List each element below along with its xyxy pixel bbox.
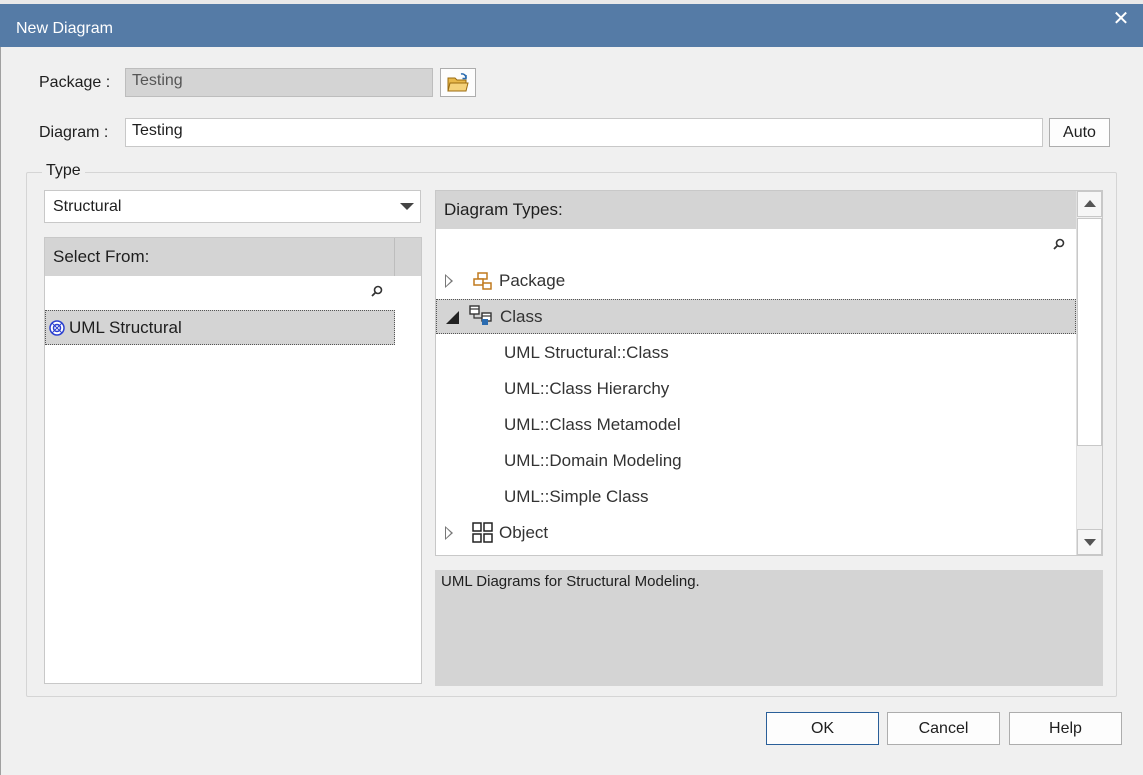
scroll-down-button[interactable] [1077, 529, 1102, 555]
type-group-legend: Type [42, 162, 85, 180]
expand-arrow-icon-inner [446, 528, 451, 538]
search-icon [371, 285, 383, 297]
package-label: Package : [39, 74, 111, 91]
diagram-name-input[interactable]: Testing [125, 118, 1043, 147]
browse-package-button[interactable] [440, 68, 476, 97]
description-box: UML Diagrams for Structural Modeling. [435, 570, 1103, 686]
window-title: New Diagram [16, 20, 113, 37]
title-bar-top-strip [0, 0, 1143, 4]
tree-node-object[interactable]: Object [436, 516, 1076, 550]
tree-leaf-uml-structural-class[interactable]: UML Structural::Class [504, 343, 669, 363]
uml-structural-icon [49, 320, 65, 336]
title-bar [0, 0, 1143, 47]
list-item-label: UML Structural [69, 318, 182, 337]
object-icon [472, 522, 493, 543]
ok-button[interactable]: OK [766, 712, 879, 745]
diagram-types-search-icon[interactable] [1052, 237, 1066, 256]
tree-node-class[interactable]: Class [436, 299, 1076, 334]
package-field: Testing [125, 68, 433, 97]
tree-node-label: Object [499, 523, 549, 542]
select-from-panel [44, 237, 422, 684]
close-icon[interactable]: ✕ [1110, 8, 1132, 30]
class-icon [469, 305, 492, 325]
vertical-scrollbar[interactable] [1076, 191, 1102, 555]
select-from-search-icon[interactable] [370, 284, 384, 303]
select-from-header-label: Select From: [53, 247, 150, 266]
search-icon [1053, 238, 1065, 250]
cancel-button[interactable]: Cancel [887, 712, 1000, 745]
collapse-arrow-icon[interactable] [446, 311, 459, 324]
auto-button[interactable]: Auto [1049, 118, 1110, 147]
arrow-up-icon [1084, 200, 1096, 207]
select-from-header: Select From: [45, 238, 421, 276]
expand-arrow-icon-inner [446, 276, 451, 286]
type-dropdown-value: Structural [53, 198, 122, 215]
tree-leaf-class-hierarchy[interactable]: UML::Class Hierarchy [504, 379, 669, 399]
arrow-down-icon [1084, 539, 1096, 546]
type-dropdown[interactable]: Structural [44, 190, 421, 223]
diagram-types-header: Diagram Types: [436, 191, 1076, 229]
diagram-label: Diagram : [39, 124, 109, 141]
scroll-up-button[interactable] [1077, 191, 1102, 217]
help-button[interactable]: Help [1009, 712, 1122, 745]
tree-node-label: Package [499, 271, 566, 290]
scroll-thumb[interactable] [1077, 218, 1102, 446]
tree-node-label: Class [500, 307, 543, 326]
tree-leaf-domain-modeling[interactable]: UML::Domain Modeling [504, 451, 682, 471]
tree-leaf-simple-class[interactable]: UML::Simple Class [504, 487, 649, 507]
tree-node-package[interactable]: Package [436, 264, 1076, 298]
chevron-down-icon [400, 203, 414, 210]
tree-leaf-class-metamodel[interactable]: UML::Class Metamodel [504, 415, 681, 435]
column-divider [394, 238, 395, 276]
list-item-uml-structural[interactable]: UML Structural [45, 310, 395, 345]
folder-open-icon [447, 73, 469, 92]
package-icon [473, 272, 492, 290]
